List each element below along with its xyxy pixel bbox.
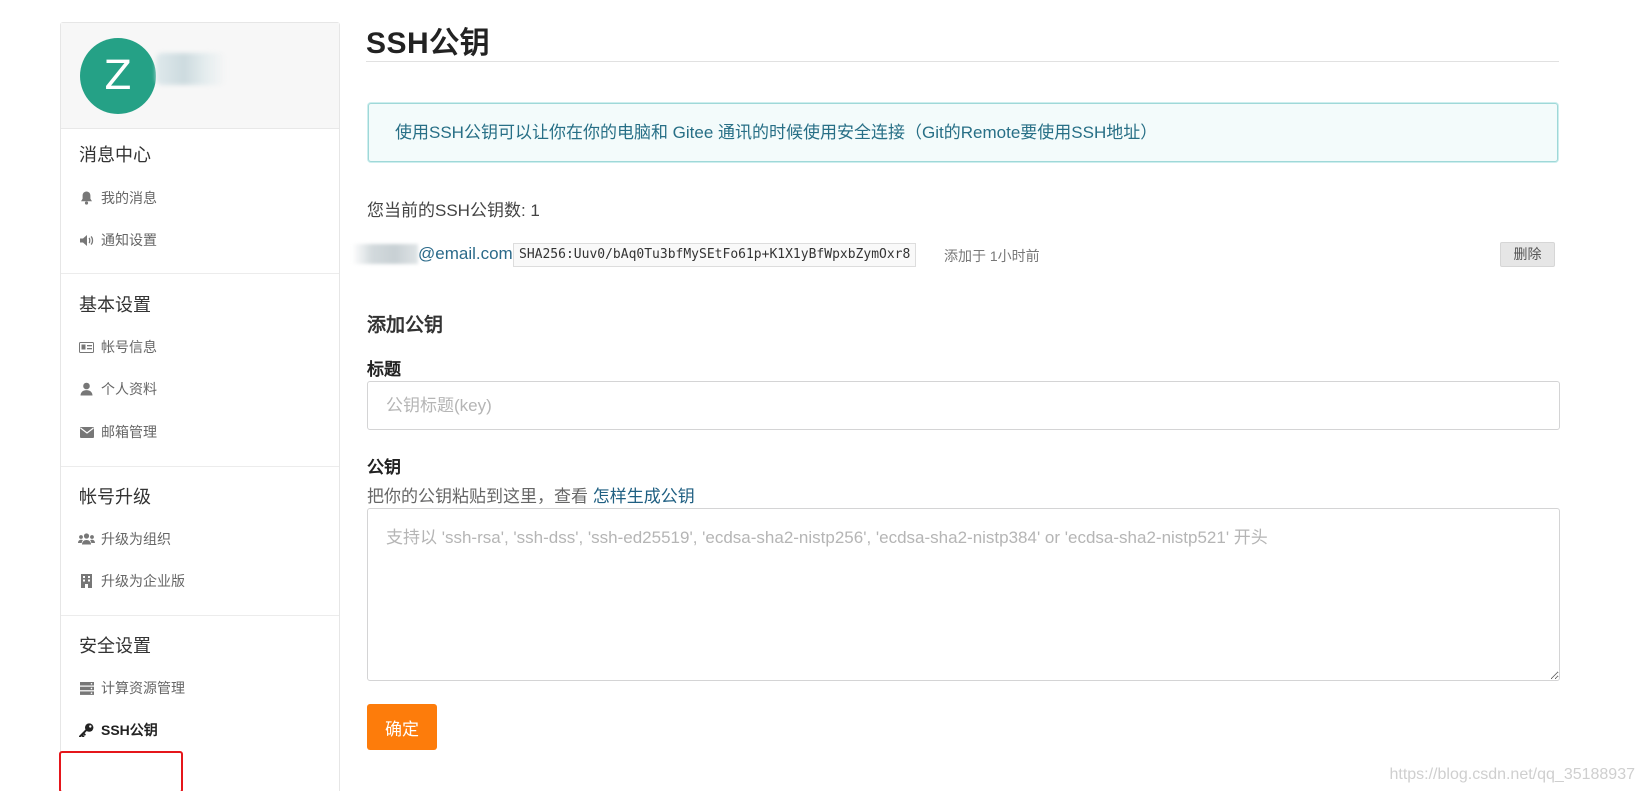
sidebar-item-label: 我的消息 [101, 190, 157, 206]
confirm-button[interactable]: 确定 [367, 704, 437, 750]
key-help-text: 把你的公钥粘贴到这里，查看 [367, 487, 593, 506]
title-label: 标题 [367, 360, 401, 379]
key-fingerprint: SHA256:Uuv0/bAq0Tu3bfMySEtFo61p+K1X1yBfW… [513, 243, 917, 267]
key-icon [78, 723, 95, 737]
avatar[interactable]: Z [80, 38, 156, 114]
section-title-basic-settings: 基本设置 [79, 295, 151, 315]
sidebar-item-label: SSH公钥 [101, 722, 158, 738]
info-message: 使用SSH公钥可以让你在你的电脑和 Gitee 通讯的时候使用安全连接（Git的… [368, 103, 1558, 162]
key-email: @email.com [418, 244, 513, 263]
key-help: 把你的公钥粘贴到这里，查看 怎样生成公钥 [367, 482, 695, 507]
section-title-messages: 消息中心 [79, 145, 151, 165]
how-to-generate-key-link[interactable]: 怎样生成公钥 [593, 487, 695, 506]
sidebar-item-label: 个人资料 [101, 381, 157, 397]
id-card-icon [78, 340, 95, 354]
section-title-account-upgrade: 帐号升级 [79, 487, 151, 507]
divider [61, 466, 339, 467]
divider [61, 273, 339, 274]
sidebar-item-my-messages[interactable]: 我的消息 [78, 188, 157, 208]
sidebar-item-label: 帐号信息 [101, 339, 157, 355]
sidebar-item-profile[interactable]: 个人资料 [78, 379, 157, 399]
username-blurred [156, 53, 226, 85]
add-key-heading: 添加公钥 [367, 315, 444, 336]
building-icon [78, 574, 95, 588]
envelope-icon [78, 425, 95, 439]
email-blurred [352, 244, 418, 264]
sidebar-item-label: 升级为组织 [101, 531, 171, 547]
active-item-highlight [59, 751, 183, 791]
sidebar-item-account-info[interactable]: 帐号信息 [78, 337, 157, 357]
section-title-security-settings: 安全设置 [79, 636, 151, 656]
volume-icon [78, 233, 95, 247]
divider [61, 615, 339, 616]
sidebar-item-label: 计算资源管理 [101, 680, 185, 696]
sidebar-item-ssh-keys[interactable]: SSH公钥 [78, 720, 158, 740]
watermark: https://blog.csdn.net/qq_35188937 [1389, 766, 1635, 783]
sidebar-item-notification-settings[interactable]: 通知设置 [78, 230, 157, 250]
server-icon [78, 681, 95, 695]
page-title: SSH公钥 [366, 27, 491, 60]
public-key-textarea[interactable] [367, 508, 1560, 681]
sidebar-item-upgrade-enterprise[interactable]: 升级为企业版 [78, 571, 185, 591]
delete-key-button[interactable]: 删除 [1500, 242, 1555, 267]
key-label: 公钥 [367, 458, 401, 477]
sidebar-item-label: 升级为企业版 [101, 573, 185, 589]
profile-header: Z [61, 23, 339, 129]
key-title-input[interactable] [367, 381, 1560, 430]
users-icon [78, 532, 95, 546]
sidebar-item-upgrade-organization[interactable]: 升级为组织 [78, 529, 171, 549]
sidebar-item-email-management[interactable]: 邮箱管理 [78, 422, 157, 442]
sidebar-item-label: 邮箱管理 [101, 424, 157, 440]
sidebar-item-label: 通知设置 [101, 232, 157, 248]
ssh-key-row: @email.com SHA256:Uuv0/bAq0Tu3bfMySEtFo6… [352, 241, 1559, 269]
sidebar-item-compute-resources[interactable]: 计算资源管理 [78, 678, 185, 698]
bell-icon [78, 191, 95, 205]
key-added-time: 添加于 1小时前 [944, 248, 1040, 264]
user-icon [78, 382, 95, 396]
key-count: 您当前的SSH公钥数: 1 [367, 201, 540, 220]
title-divider [366, 61, 1559, 62]
sidebar: Z 消息中心 我的消息 通知设置 基本设置 帐号信息 个人资料 邮箱管理 帐号升… [60, 22, 340, 791]
